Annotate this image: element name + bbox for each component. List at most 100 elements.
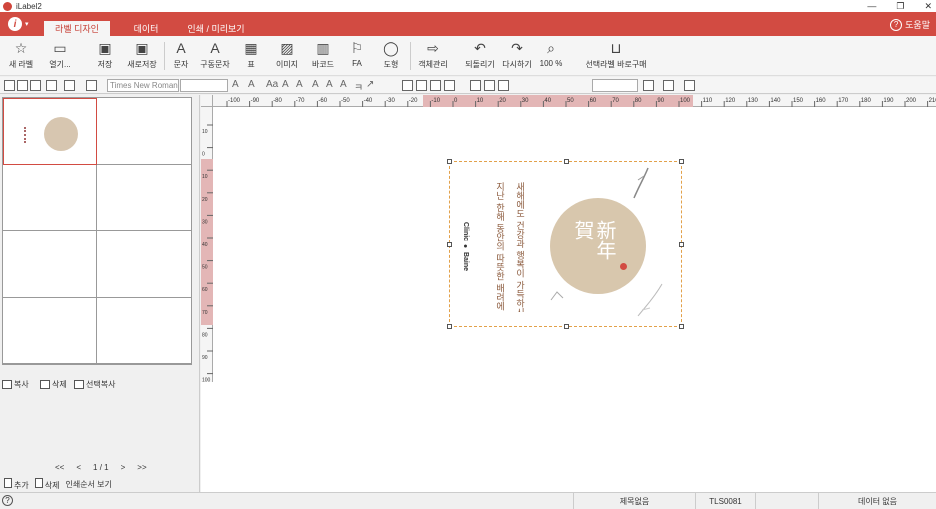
resize-handle[interactable] (447, 324, 452, 329)
table-button[interactable]: ▦ 표 (240, 39, 262, 73)
align-left-icon[interactable] (402, 80, 413, 91)
file-menu-button[interactable]: i ▾ (8, 16, 29, 32)
status-spacer (755, 493, 818, 509)
text-icon: A (176, 40, 186, 56)
delete-button[interactable]: 삭제 (40, 379, 67, 390)
label-thumbnail[interactable] (3, 231, 97, 298)
delete-page-button[interactable]: 삭제 (34, 478, 59, 491)
align-center-icon[interactable] (416, 80, 427, 91)
fill-icon[interactable] (498, 80, 509, 91)
font-name-select[interactable]: Times New Roman (107, 79, 179, 92)
tab-print-preview[interactable]: 인쇄 / 미리보기 (180, 21, 252, 36)
text-style-icon[interactable]: A (248, 79, 255, 90)
label-thumbnail[interactable] (97, 231, 191, 298)
help-icon: ? (890, 18, 903, 31)
transparent-icon[interactable] (684, 80, 695, 91)
page-indicator: 1 / 1 (93, 463, 109, 472)
last-page-button[interactable]: >> (137, 463, 146, 472)
print-order-button[interactable]: 인쇄순서 보기 (65, 479, 111, 490)
object-manage-icon: ⇨ (427, 39, 439, 56)
object-manage-button[interactable]: ⇨ 객체관리 (416, 39, 450, 73)
open-button[interactable]: ▭ 열기... (44, 39, 76, 73)
cut-icon[interactable] (4, 80, 15, 91)
text-style-icon[interactable]: A (232, 79, 239, 90)
resize-handle[interactable] (564, 159, 569, 164)
fa-button[interactable]: ⚐ FA (346, 39, 368, 73)
resize-handle[interactable] (679, 324, 684, 329)
minimize-button[interactable]: — (867, 1, 876, 11)
add-button[interactable]: 추가 (4, 478, 29, 491)
ruler-tick-label: 50 (567, 98, 574, 104)
save-button[interactable]: ▣ 저장 (92, 39, 118, 73)
save-label: 저장 (97, 60, 113, 69)
ruler-tick-label: -10 (431, 98, 440, 104)
new-label-button[interactable]: ☆ 새 라벨 (4, 39, 38, 73)
zoom-button[interactable]: ⌕ 100 % (538, 39, 564, 73)
align-icon[interactable] (86, 80, 97, 91)
font-size-select[interactable] (180, 79, 228, 92)
group-icon[interactable] (64, 80, 75, 91)
next-page-button[interactable]: > (121, 463, 126, 472)
help-button[interactable]: ? 도움말 (890, 18, 930, 31)
image-button[interactable]: ▨ 이미지 (274, 39, 300, 73)
horizontal-ruler: -100 -90 -80 -70 -60 -50 -40 -30 -20 -10 0 10 20 30 40… (213, 95, 936, 107)
ruler-tick-label: 40 (202, 242, 208, 248)
tab-label-design[interactable]: 라벨 디자인 (44, 21, 110, 36)
color-icon[interactable] (663, 80, 674, 91)
label-thumbnail[interactable] (3, 297, 97, 364)
close-button[interactable]: ✕ (924, 1, 932, 12)
resize-handle[interactable] (679, 159, 684, 164)
text-label: 문자 (173, 60, 189, 69)
text-button[interactable]: A 문자 (170, 39, 192, 73)
prev-page-button[interactable]: < (76, 463, 81, 472)
ruler-tick-label: 150 (793, 98, 804, 104)
label-thumbnail[interactable] (3, 164, 97, 231)
copy-button[interactable]: 복사 (2, 379, 29, 390)
underline-icon[interactable]: A (340, 79, 347, 90)
lock-icon[interactable] (46, 80, 57, 91)
delete-icon (40, 380, 50, 389)
line-style-icon[interactable] (470, 80, 481, 91)
strike-icon[interactable]: ㅋ (354, 79, 363, 94)
font-color-icon[interactable]: A (296, 79, 303, 90)
ruler-tick-label: 100 (202, 378, 211, 382)
align-right-icon[interactable] (430, 80, 441, 91)
color-icon[interactable] (643, 80, 654, 91)
tab-data[interactable]: 데이터 (122, 21, 170, 36)
select-copy-button[interactable]: 선택복사 (74, 379, 115, 390)
undo-button[interactable]: ↶ 되돌리기 (462, 39, 498, 73)
spacing-icon[interactable]: ↗ (366, 79, 374, 90)
barcode-button[interactable]: ▥ 바코드 (310, 39, 336, 73)
resize-handle[interactable] (447, 159, 452, 164)
line-select[interactable] (592, 79, 638, 92)
italic-icon[interactable]: A (326, 79, 333, 90)
label-thumbnail-selected[interactable] (3, 98, 97, 165)
help-status-icon[interactable]: ? (2, 495, 13, 506)
label-thumbnail[interactable] (97, 298, 191, 364)
restore-button[interactable]: ❐ (896, 1, 904, 12)
new-label-label: 새 라벨 (8, 60, 34, 69)
label-sheet[interactable]: Clinic ● Baine 지난 한해 동안의 따뜻한 배려에 감사드립니다 … (447, 159, 684, 329)
label-thumbnail[interactable] (97, 165, 191, 231)
variable-text-button[interactable]: A 구동문자 (198, 39, 232, 73)
shape-button[interactable]: ◯ 도형 (378, 39, 404, 73)
design-canvas[interactable]: -100 -90 -80 -70 -60 -50 -40 -30 -20 -10 0 10 20 30 40… (201, 95, 936, 492)
save-as-button[interactable]: ▣ 새로저장 (124, 39, 160, 73)
paste-icon[interactable] (30, 80, 41, 91)
bold-icon[interactable]: A (312, 79, 319, 90)
label-thumbnail[interactable] (97, 98, 191, 165)
font-grow-icon[interactable]: Aa (266, 79, 278, 90)
redo-button[interactable]: ↷ 다시하기 (500, 39, 534, 73)
first-page-button[interactable]: << (55, 463, 64, 472)
resize-handle[interactable] (447, 242, 452, 247)
ruler-tick-label: 80 (202, 332, 208, 338)
copy-icon[interactable] (17, 80, 28, 91)
resize-handle[interactable] (564, 324, 569, 329)
redo-label: 다시하기 (502, 60, 532, 69)
align-justify-icon[interactable] (444, 80, 455, 91)
resize-handle[interactable] (679, 242, 684, 247)
buy-label-button[interactable]: ⊔ 선택라벨 바로구매 (584, 39, 648, 73)
crane-illustration (637, 283, 663, 317)
font-shrink-icon[interactable]: A (282, 79, 289, 90)
line-width-icon[interactable] (484, 80, 495, 91)
